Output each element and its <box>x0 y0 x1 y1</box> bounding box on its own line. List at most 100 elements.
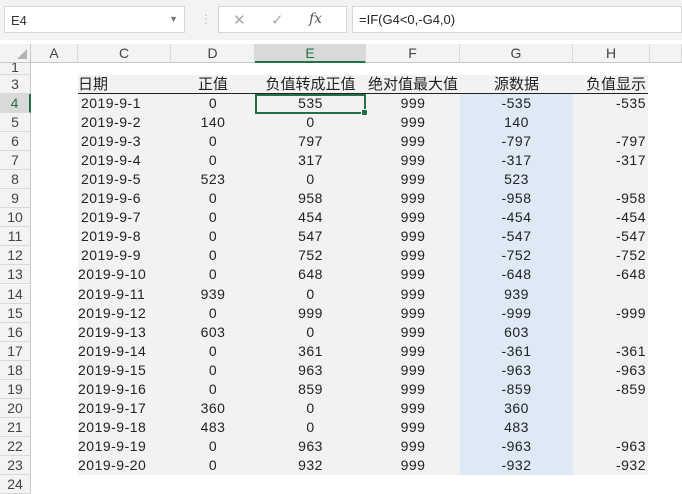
cell-source[interactable]: -648 <box>460 265 573 284</box>
row-header-19[interactable]: 19 <box>0 379 31 399</box>
cell-neg-to-pos[interactable]: 859 <box>255 380 366 399</box>
cell-date[interactable]: 2019-9-17 <box>78 399 171 418</box>
cell-abs-max[interactable]: 999 <box>366 361 460 380</box>
cell-neg-display[interactable]: -317 <box>573 151 646 170</box>
name-box[interactable]: E4 ▼ <box>4 6 185 33</box>
row-header-14[interactable]: 14 <box>0 284 31 304</box>
cell-neg-to-pos[interactable]: 0 <box>255 418 366 437</box>
row-header-1[interactable]: 1 <box>0 63 31 75</box>
cell-neg-to-pos[interactable]: 0 <box>255 170 366 189</box>
cell-neg-to-pos[interactable]: 648 <box>255 265 366 284</box>
cell-positive[interactable]: 0 <box>171 227 255 246</box>
cell-neg-to-pos[interactable]: 0 <box>255 113 366 132</box>
cell-neg-to-pos[interactable]: 361 <box>255 342 366 361</box>
row-header-17[interactable]: 17 <box>0 341 31 361</box>
cell-positive[interactable]: 939 <box>171 285 255 304</box>
row-header-10[interactable]: 10 <box>0 208 31 228</box>
column-header-H[interactable]: H <box>573 44 650 63</box>
cell-abs-max[interactable]: 999 <box>366 113 460 132</box>
cell-neg-to-pos[interactable]: 963 <box>255 361 366 380</box>
row-header-6[interactable]: 6 <box>0 132 31 152</box>
cell-source[interactable]: -932 <box>460 456 573 475</box>
cell-date[interactable]: 2019-9-5 <box>78 170 171 189</box>
cell-neg-to-pos[interactable]: 0 <box>255 285 366 304</box>
cell-positive[interactable]: 0 <box>171 342 255 361</box>
cell-neg-display[interactable] <box>573 418 646 437</box>
cell-positive[interactable]: 603 <box>171 323 255 342</box>
row-header-23[interactable]: 23 <box>0 455 31 475</box>
cell-neg-display[interactable] <box>573 323 646 342</box>
cell-abs-max[interactable]: 999 <box>366 342 460 361</box>
cell-source[interactable]: 360 <box>460 399 573 418</box>
cell-source[interactable]: -361 <box>460 342 573 361</box>
column-header-A[interactable]: A <box>31 44 78 63</box>
column-header-E[interactable]: E <box>255 44 366 63</box>
row-header-22[interactable]: 22 <box>0 436 31 456</box>
row-header-21[interactable]: 21 <box>0 417 31 437</box>
cell-source[interactable]: -963 <box>460 437 573 456</box>
row-header-9[interactable]: 9 <box>0 189 31 209</box>
cell-positive[interactable]: 0 <box>171 361 255 380</box>
cell-positive[interactable]: 483 <box>171 418 255 437</box>
cell-neg-to-pos[interactable]: 963 <box>255 437 366 456</box>
cell-neg-display[interactable]: -958 <box>573 189 646 208</box>
cell-positive[interactable]: 523 <box>171 170 255 189</box>
cell-neg-to-pos[interactable]: 0 <box>255 399 366 418</box>
cell-positive[interactable]: 0 <box>171 456 255 475</box>
cell-abs-max[interactable]: 999 <box>366 456 460 475</box>
cell-source[interactable]: 523 <box>460 170 573 189</box>
cell-abs-max[interactable]: 999 <box>366 170 460 189</box>
cell-abs-max[interactable]: 999 <box>366 208 460 227</box>
header-date[interactable]: 日期 <box>78 75 171 94</box>
column-header-next[interactable] <box>650 44 682 63</box>
enter-icon[interactable]: ✓ <box>271 11 284 29</box>
cell-neg-display[interactable]: -999 <box>573 304 646 323</box>
header-abs-max[interactable]: 绝对值最大值 <box>366 75 460 94</box>
cell-positive[interactable]: 140 <box>171 113 255 132</box>
cell-source[interactable]: 603 <box>460 323 573 342</box>
cell-date[interactable]: 2019-9-12 <box>78 304 171 323</box>
cell-source[interactable]: -547 <box>460 227 573 246</box>
cell-source[interactable]: -859 <box>460 380 573 399</box>
cell-abs-max[interactable]: 999 <box>366 437 460 456</box>
header-positive[interactable]: 正值 <box>171 75 255 94</box>
row-header-8[interactable]: 8 <box>0 170 31 190</box>
column-header-G[interactable]: G <box>460 44 573 63</box>
cell-neg-display[interactable]: -963 <box>573 437 646 456</box>
cell-neg-display[interactable]: -932 <box>573 456 646 475</box>
cell-positive[interactable]: 0 <box>171 94 255 113</box>
row-header-13[interactable]: 13 <box>0 265 31 285</box>
cell-date[interactable]: 2019-9-19 <box>78 437 171 456</box>
cell-abs-max[interactable]: 999 <box>366 380 460 399</box>
cell-source[interactable]: -963 <box>460 361 573 380</box>
cell-abs-max[interactable]: 999 <box>366 151 460 170</box>
cell-abs-max[interactable]: 999 <box>366 227 460 246</box>
cell-positive[interactable]: 0 <box>171 208 255 227</box>
column-header-D[interactable]: D <box>171 44 255 63</box>
cell-neg-to-pos[interactable]: 797 <box>255 132 366 151</box>
column-header-C[interactable]: C <box>78 44 171 63</box>
chevron-down-icon[interactable]: ▼ <box>169 14 178 24</box>
cell-date[interactable]: 2019-9-13 <box>78 323 171 342</box>
cell-date[interactable]: 2019-9-16 <box>78 380 171 399</box>
cell-date[interactable]: 2019-9-2 <box>78 113 171 132</box>
cell-neg-display[interactable]: -454 <box>573 208 646 227</box>
cell-neg-display[interactable] <box>573 285 646 304</box>
row-header-16[interactable]: 16 <box>0 322 31 342</box>
cell-date[interactable]: 2019-9-9 <box>78 246 171 265</box>
cell-source[interactable]: -958 <box>460 189 573 208</box>
active-cell-E4[interactable] <box>255 94 368 116</box>
cell-date[interactable]: 2019-9-18 <box>78 418 171 437</box>
cell-source[interactable]: -535 <box>460 94 573 113</box>
row-header-11[interactable]: 11 <box>0 227 31 247</box>
row-header-7[interactable]: 7 <box>0 151 31 171</box>
cell-source[interactable]: 483 <box>460 418 573 437</box>
cell-date[interactable]: 2019-9-7 <box>78 208 171 227</box>
formula-input[interactable]: =IF(G4<0,-G4,0) <box>352 6 682 33</box>
cell-positive[interactable]: 0 <box>171 151 255 170</box>
cell-date[interactable]: 2019-9-6 <box>78 189 171 208</box>
cell-date[interactable]: 2019-9-4 <box>78 151 171 170</box>
cancel-icon[interactable]: ✕ <box>233 11 246 29</box>
cell-abs-max[interactable]: 999 <box>366 399 460 418</box>
row-header-5[interactable]: 5 <box>0 113 31 133</box>
